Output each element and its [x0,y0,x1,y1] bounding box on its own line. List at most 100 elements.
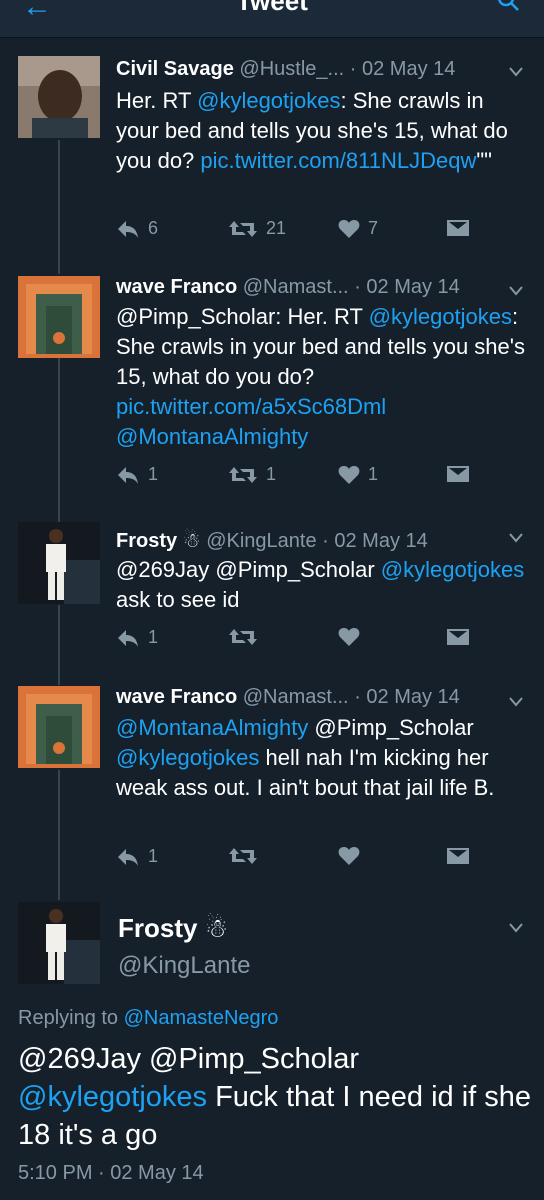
tweet-text: @269Jay @Pimp_Scholar @kylegotjokes ask … [116,555,530,615]
tweet-text: @Pimp_Scholar: Her. RT @kylegotjokes: Sh… [116,302,530,452]
text-link[interactable]: @kylegotjokes [116,745,259,770]
replying-to-link[interactable]: @NamasteNegro [124,1007,279,1029]
tweet-meta: Frosty ☃ @KingLante · 02 May 14 [116,528,504,553]
reply-count: 1 [148,627,159,647]
text-link[interactable]: pic.twitter.com/a5xSc68Dml [116,394,386,419]
display-name[interactable]: Civil Savage [116,58,234,80]
tweet-actions: 1 1 1 [116,464,476,488]
heart-icon [338,219,360,238]
snowman-icon: ☃ [204,913,229,943]
tweet-meta: Civil Savage @Hustle_... · 02 May 14 [116,58,504,81]
retweet-icon [229,848,257,864]
reply-count: 1 [148,846,159,866]
reply-button[interactable]: 1 [116,464,158,485]
envelope-icon [447,466,469,482]
tweet-date: · 02 May 14 [349,58,456,80]
reply-icon [118,629,138,647]
retweet-button[interactable]: 21 [228,218,286,239]
reply-count: 1 [148,464,159,484]
page-title: Tweet [236,0,308,16]
text-segment: @269Jay @Pimp_Scholar [18,1043,359,1075]
chevron-down-icon[interactable] [508,285,524,297]
avatar[interactable] [18,686,100,768]
display-name[interactable]: Frosty [116,530,177,552]
display-name[interactable]: wave Franco [116,276,237,298]
handle[interactable]: @Hustle_... [239,58,344,80]
thread-line [58,770,60,900]
handle[interactable]: @KingLante [118,952,250,980]
text-link[interactable]: @kylegotjokes [369,304,512,329]
replying-to: Replying to @NamasteNegro [18,1007,278,1030]
envelope-icon [447,629,469,645]
text-segment: "" [476,148,492,173]
handle[interactable]: @Namast... [243,686,349,708]
tweet-actions: 6 21 7 [116,218,476,242]
text-link[interactable]: @kylegotjokes [18,1081,207,1113]
like-button[interactable]: 7 [338,218,378,239]
snowman-icon: ☃ [182,530,201,552]
avatar[interactable] [18,522,100,604]
replying-prefix: Replying to [18,1007,124,1029]
like-button[interactable]: 1 [338,464,378,485]
display-name-text: Frosty [118,913,198,943]
text-segment: Her. RT [116,88,198,113]
display-name[interactable]: wave Franco [116,686,237,708]
thread-line [58,140,60,274]
reply-button[interactable]: 1 [116,846,158,867]
envelope-icon [447,220,469,236]
text-link[interactable]: pic.twitter.com/811NLJDeqw [200,148,476,173]
like-button[interactable] [338,627,368,647]
chevron-down-icon[interactable] [508,532,524,544]
reply-button[interactable]: 1 [116,627,158,648]
tweet-text: @MontanaAlmighty @Pimp_Scholar @kylegotj… [116,713,530,803]
text-segment: ask to see id [116,587,240,612]
text-segment: @269Jay @Pimp_Scholar [116,557,381,582]
retweet-count: 1 [266,464,277,484]
reply-count: 6 [148,218,159,238]
tweet-meta: wave Franco @Namast... · 02 May 14 [116,686,504,709]
retweet-button[interactable] [228,627,266,647]
message-button[interactable] [446,218,470,238]
heart-icon [338,847,360,865]
handle[interactable]: @Namast... [243,276,349,298]
text-segment: @Pimp_Scholar [308,715,474,740]
handle[interactable]: @KingLante [206,530,316,552]
retweet-count: 21 [266,218,287,238]
retweet-button[interactable] [228,846,266,866]
main-tweet-text: @269Jay @Pimp_Scholar @kylegotjokes Fuck… [18,1040,532,1154]
tweet-date: · 02 May 14 [354,276,460,298]
message-button[interactable] [446,464,470,484]
heart-icon [338,628,360,646]
envelope-icon [447,848,469,864]
text-link[interactable]: @kylegotjokes [197,88,340,113]
tweet-actions: 1 [116,846,476,870]
search-icon[interactable] [496,0,520,12]
thread-line [58,358,60,522]
avatar[interactable] [18,276,100,358]
tweet-text: Her. RT @kylegotjokes: She crawls in you… [116,86,530,176]
like-count: 1 [368,464,379,484]
text-link[interactable]: @MontanaAlmighty [116,424,308,449]
retweet-icon [229,220,257,237]
tweet-timestamp: 5:10 PM · 02 May 14 [18,1162,204,1184]
avatar[interactable] [18,902,100,984]
like-button[interactable] [338,846,368,866]
message-button[interactable] [446,627,470,647]
avatar[interactable] [18,56,100,138]
reply-button[interactable]: 6 [116,218,158,239]
message-button[interactable] [446,846,470,866]
text-link[interactable]: @kylegotjokes [381,557,524,582]
chevron-down-icon[interactable] [508,66,524,78]
chevron-down-icon[interactable] [508,696,524,708]
text-segment: @Pimp_Scholar: Her. RT [116,304,369,329]
retweet-icon [229,629,257,645]
heart-icon [338,465,360,484]
retweet-button[interactable]: 1 [228,464,276,485]
tweet-date: · 02 May 14 [322,530,428,552]
reply-icon [118,220,138,238]
tweet-date: · 02 May 14 [354,686,460,708]
chevron-down-icon[interactable] [508,922,524,934]
display-name[interactable]: Frosty ☃ [118,913,228,944]
text-link[interactable]: @MontanaAlmighty [116,715,308,740]
top-bar: ← Tweet [0,0,544,38]
